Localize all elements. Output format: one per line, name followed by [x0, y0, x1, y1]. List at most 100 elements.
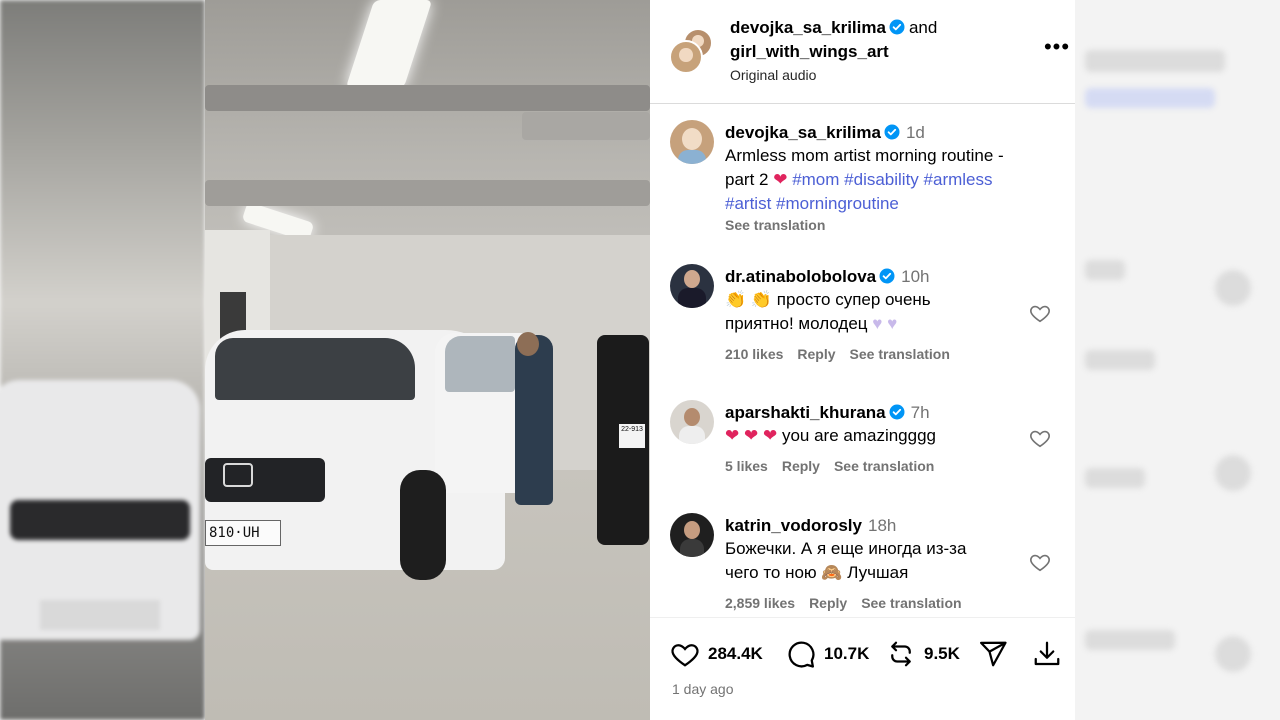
comment-text-tail: Лучшая — [842, 563, 909, 582]
author-line-2: girl_with_wings_art — [730, 41, 889, 63]
comment-header: dr.atinabolobolova 10h — [725, 266, 1025, 288]
video-car-wheel — [400, 470, 446, 580]
avatar[interactable] — [670, 513, 714, 557]
reply-button[interactable]: Reply — [782, 458, 820, 474]
audio-link[interactable]: Original audio — [730, 66, 816, 84]
author-primary-link[interactable]: devojka_sa_krilima — [730, 18, 886, 37]
comment-likes[interactable]: 2,859 likes — [725, 595, 795, 611]
caption-time: 1d — [905, 123, 925, 142]
avatar — [669, 40, 703, 74]
see-translation-link[interactable]: See translation — [725, 217, 1025, 233]
avatar[interactable] — [670, 264, 714, 308]
clapping-hands-emoji: 👏 — [750, 290, 773, 309]
comment-meta: 2,859 likes Reply See translation — [725, 595, 1025, 611]
like-button[interactable]: 284.4K — [670, 638, 763, 670]
comment-time: 10h — [901, 267, 930, 286]
video-car-door-window — [445, 336, 515, 392]
purple-heart-emoji: ♥ — [872, 314, 883, 333]
comment-text: 👏 👏 просто супер очень приятно! молодец ♥… — [725, 288, 1025, 336]
red-heart-emoji: ❤ — [762, 426, 778, 445]
comment-time: 7h — [910, 403, 930, 422]
video-person — [515, 335, 553, 505]
repost-icon — [891, 641, 911, 667]
comment-text-line: приятно! молодец — [725, 314, 873, 333]
see-no-evil-monkey-emoji: 🙈 — [821, 563, 843, 582]
repost-button[interactable]: 9.5K — [886, 638, 960, 670]
red-heart-emoji: ❤ — [773, 170, 788, 189]
verified-badge-icon — [889, 404, 905, 420]
clapping-hands-emoji: 👏 — [725, 290, 747, 309]
send-paper-plane-icon — [980, 641, 1007, 667]
comment-text-line: you are amazingggg — [777, 426, 936, 445]
reel-video[interactable]: 810·UH 22-913 — [205, 0, 650, 720]
post-header: devojka_sa_krilima and girl_with_wings_ar… — [650, 0, 1075, 104]
like-comment-heart-icon[interactable] — [1029, 551, 1051, 573]
see-translation-link[interactable]: See translation — [834, 458, 934, 474]
blurred-video-left — [0, 0, 205, 720]
hashtag-link[interactable]: #armless — [924, 170, 993, 189]
purple-heart-emoji: ♥ — [887, 314, 898, 333]
video-person-head — [517, 332, 539, 356]
more-options-icon[interactable]: ••• — [1043, 36, 1071, 62]
post-timestamp: 1 day ago — [672, 681, 734, 697]
comment-text: Божечки. А я еще иногда из-за чего то ною… — [725, 537, 1025, 585]
comment-meta: 5 likes Reply See translation — [725, 458, 1025, 474]
download-icon — [1034, 641, 1060, 666]
like-comment-heart-icon[interactable] — [1029, 427, 1051, 449]
comment-text: ❤ ❤ ❤ you are amazingggg — [725, 424, 1025, 448]
red-heart-emoji: ❤ — [725, 426, 740, 445]
author-conjunction: and — [908, 18, 938, 37]
red-heart-emoji: ❤ — [743, 426, 759, 445]
author-line: devojka_sa_krilima and — [730, 17, 937, 39]
download-button[interactable] — [1032, 638, 1062, 670]
caption-username[interactable]: devojka_sa_krilima — [725, 123, 881, 142]
comment-username[interactable]: aparshakti_khurana — [725, 403, 886, 422]
caption-text: Armless mom artist morning routine - par… — [725, 144, 1025, 216]
comment-header: katrin_vodorosly 18h — [725, 515, 1025, 537]
action-bar: 284.4K 10.7K 9.5K 1 day ago — [650, 617, 1075, 720]
hashtag-link[interactable]: #artist — [725, 194, 771, 213]
comment-time: 18h — [868, 516, 897, 535]
comment-likes[interactable]: 210 likes — [725, 346, 783, 362]
ceiling-pipe — [205, 85, 650, 111]
comment-username[interactable]: katrin_vodorosly — [725, 516, 862, 535]
comment-bubble-icon — [788, 641, 815, 668]
hashtag-link[interactable]: #morningroutine — [776, 194, 899, 213]
comment-likes[interactable]: 5 likes — [725, 458, 768, 474]
avatar[interactable] — [670, 400, 714, 444]
caption-body: devojka_sa_krilima 1d Armless mom artist … — [725, 122, 1025, 233]
hashtag-link[interactable]: #mom — [792, 170, 839, 189]
comment-count: 10.7K — [824, 644, 870, 663]
video-car-logo — [223, 463, 253, 487]
ceiling-bracket — [522, 112, 650, 140]
comment-header: aparshakti_khurana 7h — [725, 402, 1025, 424]
verified-badge-icon — [884, 124, 900, 140]
like-comment-heart-icon[interactable] — [1029, 302, 1051, 324]
video-motorcycle-plate: 22-913 — [619, 424, 645, 448]
share-button[interactable] — [978, 638, 1008, 670]
comments-list[interactable]: devojka_sa_krilima 1d Armless mom artist … — [650, 105, 1075, 617]
reply-button[interactable]: Reply — [809, 595, 847, 611]
post-panel: devojka_sa_krilima and girl_with_wings_ar… — [650, 0, 1075, 720]
verified-badge-icon — [889, 19, 905, 35]
like-count: 284.4K — [708, 644, 763, 663]
collab-avatars[interactable] — [669, 28, 715, 74]
comment-username[interactable]: dr.atinabolobolova — [725, 267, 876, 286]
caption-header: devojka_sa_krilima 1d — [725, 122, 1025, 144]
comment-button[interactable]: 10.7K — [786, 638, 869, 670]
see-translation-link[interactable]: See translation — [850, 346, 950, 362]
comment-text-line: чего то ною — [725, 563, 822, 582]
video-car-windshield — [215, 338, 415, 400]
blurred-panel-right — [1075, 0, 1280, 720]
hashtag-link[interactable]: #disability — [844, 170, 919, 189]
reply-button[interactable]: Reply — [797, 346, 835, 362]
avatar[interactable] — [670, 120, 714, 164]
author-secondary-link[interactable]: girl_with_wings_art — [730, 42, 889, 61]
comment-text-line: просто супер очень — [772, 290, 931, 309]
see-translation-link[interactable]: See translation — [861, 595, 961, 611]
heart-icon — [671, 644, 699, 667]
comment-text-line: Божечки. А я еще иногда из-за — [725, 539, 967, 558]
comment-body: katrin_vodorosly 18h Божечки. А я еще ино… — [725, 515, 1025, 611]
ceiling-pipe — [205, 180, 650, 206]
verified-badge-icon — [879, 268, 895, 284]
